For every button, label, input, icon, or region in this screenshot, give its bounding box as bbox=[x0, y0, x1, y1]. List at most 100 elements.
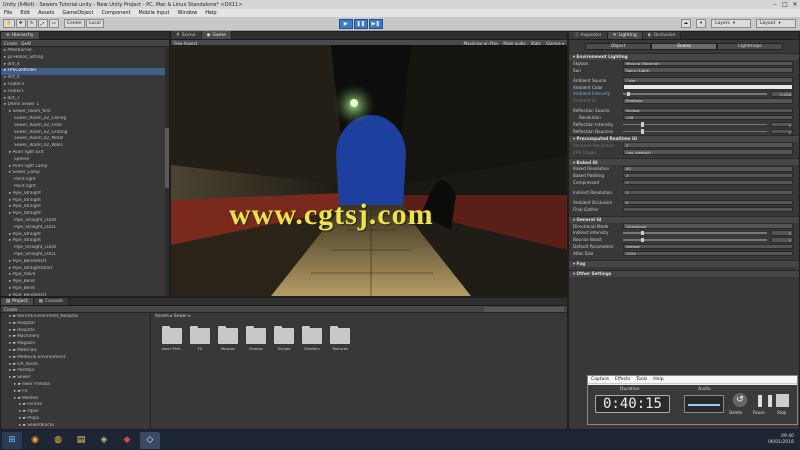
setting-value[interactable] bbox=[623, 206, 793, 212]
rotate-tool-icon[interactable]: ↻ bbox=[26, 19, 37, 28]
hierarchy-search-input[interactable]: Q▾All bbox=[21, 41, 31, 46]
project-tree-item[interactable]: ▸ ▰ Medieval Environment bbox=[1, 355, 150, 362]
stop-icon[interactable] bbox=[776, 394, 789, 407]
setting-value[interactable]: 0 bbox=[623, 199, 793, 206]
project-create-button[interactable]: Create bbox=[4, 307, 17, 312]
hierarchy-item[interactable]: ▸ Pipe_Bend bbox=[1, 279, 169, 286]
hierarchy-item[interactable]: ▸ Sewer_Lamp bbox=[1, 170, 169, 177]
hierarchy-item[interactable]: ▸ Footer3 bbox=[1, 82, 169, 89]
pause-icon[interactable]: ❚❚ bbox=[755, 393, 775, 407]
hierarchy-item[interactable]: Sphere bbox=[1, 157, 169, 164]
tab-scene[interactable]: # Scene bbox=[171, 31, 202, 39]
folder-icon[interactable] bbox=[330, 326, 350, 344]
subtab-scene[interactable]: Scene bbox=[651, 43, 717, 50]
rect-tool-icon[interactable]: ▭ bbox=[48, 19, 59, 28]
start-icon[interactable]: ⊞ bbox=[2, 431, 22, 449]
project-search-input[interactable] bbox=[484, 306, 564, 312]
project-tree-item[interactable]: ▸ ▰ Hospitle bbox=[1, 328, 150, 335]
project-tree-item[interactable]: ▸ ▰ Sewer bbox=[1, 375, 150, 382]
project-tree-item[interactable]: ▸ ▰ SewerBlocks bbox=[1, 423, 150, 429]
hierarchy-item[interactable]: Sewer_Room_02_Metal bbox=[1, 136, 169, 143]
hierarchy-item[interactable]: Sewer_Room_02_Ceiling bbox=[1, 116, 169, 123]
project-tree-item[interactable]: ▸ ▰ FX bbox=[1, 389, 150, 396]
hierarchy-item[interactable]: Pipe_Straight_LOD0 bbox=[1, 245, 169, 252]
hierarchy-item[interactable]: ▸ Pipe_Straight bbox=[1, 211, 169, 218]
setting-value[interactable]: Default bbox=[623, 243, 793, 250]
pause-button[interactable]: ❚❚ bbox=[353, 18, 368, 29]
hierarchy-item[interactable]: Sewer_Room_02_Grating bbox=[1, 130, 169, 137]
project-tree-item[interactable]: ▸ ▰ OR_Room bbox=[1, 362, 150, 369]
section-header[interactable]: ▾ Baked GI bbox=[569, 158, 799, 166]
setting-number[interactable]: 0.226 bbox=[771, 91, 793, 97]
hierarchy-item[interactable]: Pipe_Straight_LOD0 bbox=[1, 218, 169, 225]
minimize-icon[interactable]: – bbox=[770, 1, 780, 8]
hierarchy-item[interactable]: Sewer_Room_02_Floor bbox=[1, 123, 169, 130]
subtab-object[interactable]: Object bbox=[585, 43, 651, 50]
setting-value[interactable]: 40 bbox=[623, 166, 793, 172]
play-button[interactable]: ▶ bbox=[338, 18, 353, 29]
recorder-menu-tools[interactable]: Tools bbox=[636, 377, 647, 382]
setting-number[interactable]: 1 bbox=[771, 128, 793, 135]
setting-value[interactable] bbox=[623, 84, 793, 90]
tab-game[interactable]: ◉ Game bbox=[201, 31, 232, 39]
recorder-app-icon[interactable]: ◆ bbox=[117, 432, 137, 449]
pivot-center-button[interactable]: Center bbox=[63, 19, 86, 28]
setting-slider[interactable] bbox=[623, 237, 767, 243]
step-button[interactable]: ▶❚ bbox=[368, 18, 383, 29]
project-tree-item[interactable]: ▸ ▰ Materials bbox=[1, 348, 150, 355]
subtab-lightmaps[interactable]: Lightmaps bbox=[717, 43, 783, 50]
setting-slider[interactable] bbox=[623, 230, 767, 236]
hierarchy-item[interactable]: Sewer_Room_02_Walls bbox=[1, 143, 169, 150]
hierarchy-item[interactable]: ▸ Pipe_Straight bbox=[1, 238, 169, 245]
firefox-icon[interactable]: ◉ bbox=[25, 432, 45, 449]
setting-value[interactable]: 2 bbox=[623, 189, 793, 196]
menu-item-file[interactable]: File bbox=[0, 10, 16, 16]
menu-item-component[interactable]: Component bbox=[98, 10, 135, 16]
setting-value[interactable]: Skybox bbox=[623, 107, 793, 114]
tab-console[interactable]: ▦ Console bbox=[33, 298, 69, 305]
layers-dropdown[interactable]: Layers ▾ bbox=[711, 19, 751, 28]
menu-item-mobile-input[interactable]: Mobile Input bbox=[135, 10, 174, 16]
hierarchy-item[interactable]: ▸ dirt_6 bbox=[1, 75, 169, 82]
audio-level-meter[interactable] bbox=[684, 395, 724, 413]
recorder-menu-help[interactable]: Help bbox=[653, 377, 663, 382]
project-tree-item[interactable]: ▸ ▰ Fences bbox=[1, 402, 150, 409]
setting-slider[interactable] bbox=[623, 91, 767, 97]
recorder-menu-capture[interactable]: Capture bbox=[591, 377, 609, 382]
hierarchy-item[interactable]: ▸ Pipe_Straight bbox=[1, 232, 169, 239]
setting-value[interactable]: 1024 bbox=[623, 250, 793, 257]
hierarchy-item[interactable]: ▸ Pipe_StraightShort bbox=[1, 266, 169, 273]
folder-icon[interactable] bbox=[246, 326, 266, 344]
move-tool-icon[interactable]: ✥ bbox=[15, 19, 26, 28]
project-tree-item[interactable]: ▸ ▰ PostApo bbox=[1, 368, 150, 375]
section-header[interactable]: ▾ Other Settings bbox=[569, 269, 799, 277]
file-explorer-icon[interactable]: ▤ bbox=[71, 432, 91, 449]
setting-value[interactable]: Low (default) bbox=[623, 149, 793, 155]
menu-item-window[interactable]: Window bbox=[173, 10, 201, 16]
setting-value[interactable]: 128 bbox=[623, 114, 793, 121]
project-tree-item[interactable]: ▸ ▰ HorrorEnvironment_Hospital bbox=[1, 314, 150, 321]
maximize-icon[interactable]: □ bbox=[780, 1, 790, 8]
tab-hierarchy[interactable]: ≡ Hierarchy bbox=[1, 32, 40, 39]
project-tree-item[interactable]: ▸ ▰ Machinery bbox=[1, 334, 150, 341]
hierarchy-item[interactable]: ▸ Point light Exit bbox=[1, 150, 169, 157]
hierarchy-item[interactable]: ▸ Pipe_Straight bbox=[1, 198, 169, 205]
system-clock[interactable]: 09:40 06/01/2016 bbox=[768, 434, 794, 446]
hierarchy-item[interactable]: ▸ FPSController bbox=[1, 68, 169, 76]
hierarchy-item[interactable]: ▸ Demo Sewer 1 bbox=[1, 102, 169, 109]
tab-inspector[interactable]: ⓘ Inspector bbox=[569, 32, 608, 39]
folder-icon[interactable] bbox=[302, 326, 322, 344]
hierarchy-item[interactable]: ▸ Point light Lamp bbox=[1, 164, 169, 171]
setting-value[interactable]: Color bbox=[623, 77, 793, 83]
close-icon[interactable]: ✕ bbox=[790, 1, 800, 8]
scale-tool-icon[interactable]: ⤢ bbox=[37, 19, 48, 28]
menu-item-assets[interactable]: Assets bbox=[34, 10, 58, 16]
folder-icon[interactable] bbox=[274, 326, 294, 344]
section-header[interactable]: ▾ Precomputed Realtime GI bbox=[569, 134, 799, 142]
delete-icon[interactable]: ↺ bbox=[733, 393, 747, 407]
setting-value[interactable]: None (Light) bbox=[623, 67, 793, 73]
cloud-icon[interactable]: ☁ bbox=[680, 19, 691, 28]
hierarchy-item[interactable]: ▸ Pipe_BendShort bbox=[1, 259, 169, 266]
hierarchy-item[interactable]: ▸ dirt_7 bbox=[1, 96, 169, 103]
hierarchy-item[interactable]: ▸ dirt_4 bbox=[1, 62, 169, 69]
